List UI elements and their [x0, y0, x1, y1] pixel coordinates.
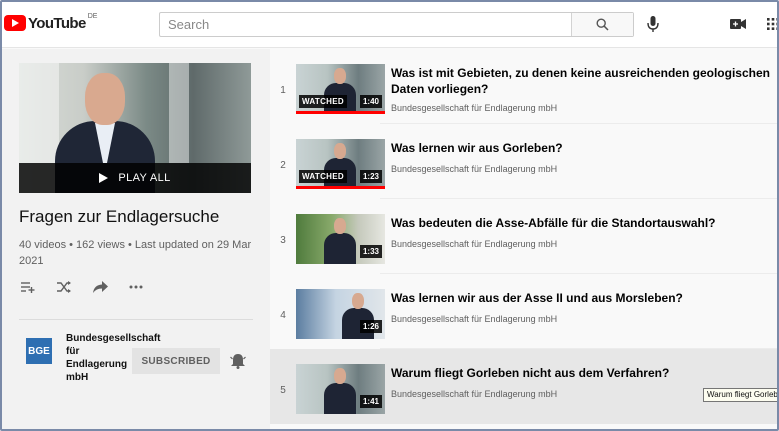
watched-badge: WATCHED [299, 170, 347, 183]
video-title-tooltip: Warum fliegt Gorleben nicht aus dem Verf… [703, 388, 779, 402]
video-index: 1 [280, 85, 286, 96]
video-row[interactable]: 4 1:26 Was lernen wir aus der Asse II un… [270, 274, 779, 349]
video-index: 3 [280, 235, 286, 246]
watched-progress-bar [296, 111, 385, 114]
duration-badge: 1:41 [359, 395, 382, 408]
video-thumbnail[interactable]: 1:26 [296, 289, 385, 339]
play-all-label: PLAY ALL [118, 172, 171, 184]
video-channel[interactable]: Bundesgesellschaft für Endlagerung mbH [391, 103, 557, 113]
watched-progress-bar [296, 186, 385, 189]
video-row[interactable]: 3 1:33 Was bedeuten die Asse-Abfälle für… [270, 199, 779, 274]
create-video-icon[interactable] [729, 15, 747, 33]
duration-badge: 1:33 [359, 245, 382, 258]
mic-icon[interactable] [644, 14, 662, 34]
video-channel[interactable]: Bundesgesellschaft für Endlagerung mbH [391, 389, 557, 399]
video-channel[interactable]: Bundesgesellschaft für Endlagerung mbH [391, 314, 557, 324]
channel-avatar[interactable]: BGE [26, 338, 52, 364]
video-index: 4 [280, 310, 286, 321]
thumbnail-person [334, 68, 346, 84]
playlist-thumbnail[interactable]: PLAY ALL [19, 63, 251, 193]
thumbnail-background [19, 63, 59, 163]
video-thumbnail[interactable]: 1:41 [296, 364, 385, 414]
search-icon [596, 18, 609, 31]
search-input[interactable] [160, 13, 571, 36]
thumbnail-person [334, 368, 346, 384]
search-box [159, 12, 634, 37]
playlist-video-list: 1 WATCHED 1:40 Was ist mit Gebieten, zu … [270, 49, 779, 431]
top-bar: YouTube DE [0, 0, 779, 48]
watched-badge: WATCHED [299, 95, 347, 108]
youtube-logo-icon [4, 15, 26, 31]
region-code: DE [87, 12, 98, 20]
youtube-logo[interactable]: YouTube DE [4, 12, 97, 34]
video-thumbnail[interactable]: 1:33 [296, 214, 385, 264]
duration-badge: 1:23 [359, 170, 382, 183]
shuffle-icon[interactable] [55, 279, 73, 295]
play-icon [99, 173, 109, 183]
video-thumbnail[interactable]: WATCHED 1:23 [296, 139, 385, 189]
playlist-sidebar: PLAY ALL Fragen zur Endlagersuche 40 vid… [2, 49, 270, 431]
duration-badge: 1:26 [359, 320, 382, 333]
video-channel[interactable]: Bundesgesellschaft für Endlagerung mbH [391, 164, 557, 174]
video-title[interactable]: Was ist mit Gebieten, zu denen keine aus… [391, 65, 779, 97]
play-all-button[interactable]: PLAY ALL [19, 163, 251, 193]
video-title[interactable]: Was lernen wir aus der Asse II und aus M… [391, 290, 779, 306]
video-row[interactable]: 5 1:41 Warum fliegt Gorleben nicht aus d… [270, 349, 779, 424]
apps-grid-icon[interactable] [764, 15, 779, 33]
thumbnail-person [324, 383, 356, 414]
video-title[interactable]: Warum fliegt Gorleben nicht aus dem Verf… [391, 365, 779, 381]
video-index: 5 [280, 385, 286, 396]
channel-name[interactable]: Bundesgesellschaft für Endlagerung mbH [66, 332, 160, 384]
playlist-title[interactable]: Fragen zur Endlagersuche [19, 207, 219, 227]
thumbnail-person [352, 293, 364, 309]
playlist-actions [19, 279, 145, 295]
video-title[interactable]: Was bedeuten die Asse-Abfälle für die St… [391, 215, 779, 231]
thumbnail-person [334, 143, 346, 159]
logo-text: YouTube [28, 14, 86, 32]
search-button[interactable] [571, 13, 633, 36]
thumbnail-person [324, 233, 356, 264]
add-to-queue-icon[interactable] [19, 279, 37, 295]
thumbnail-person [334, 218, 346, 234]
thumbnail-person [85, 73, 125, 125]
video-channel[interactable]: Bundesgesellschaft für Endlagerung mbH [391, 239, 557, 249]
video-row[interactable]: 2 WATCHED 1:23 Was lernen wir aus Gorleb… [270, 124, 779, 199]
more-icon[interactable] [127, 279, 145, 295]
duration-badge: 1:40 [359, 95, 382, 108]
share-icon[interactable] [91, 279, 109, 295]
playlist-meta: 40 videos • 162 views • Last updated on … [19, 239, 252, 267]
video-thumbnail[interactable]: WATCHED 1:40 [296, 64, 385, 114]
thumbnail-background [169, 63, 189, 163]
bell-icon[interactable] [230, 353, 246, 369]
video-index: 2 [280, 160, 286, 171]
subscribed-button[interactable]: SUBSCRIBED [132, 348, 220, 374]
video-title[interactable]: Was lernen wir aus Gorleben? [391, 140, 779, 156]
video-row[interactable]: 1 WATCHED 1:40 Was ist mit Gebieten, zu … [270, 49, 779, 124]
sidebar-divider [19, 319, 253, 320]
